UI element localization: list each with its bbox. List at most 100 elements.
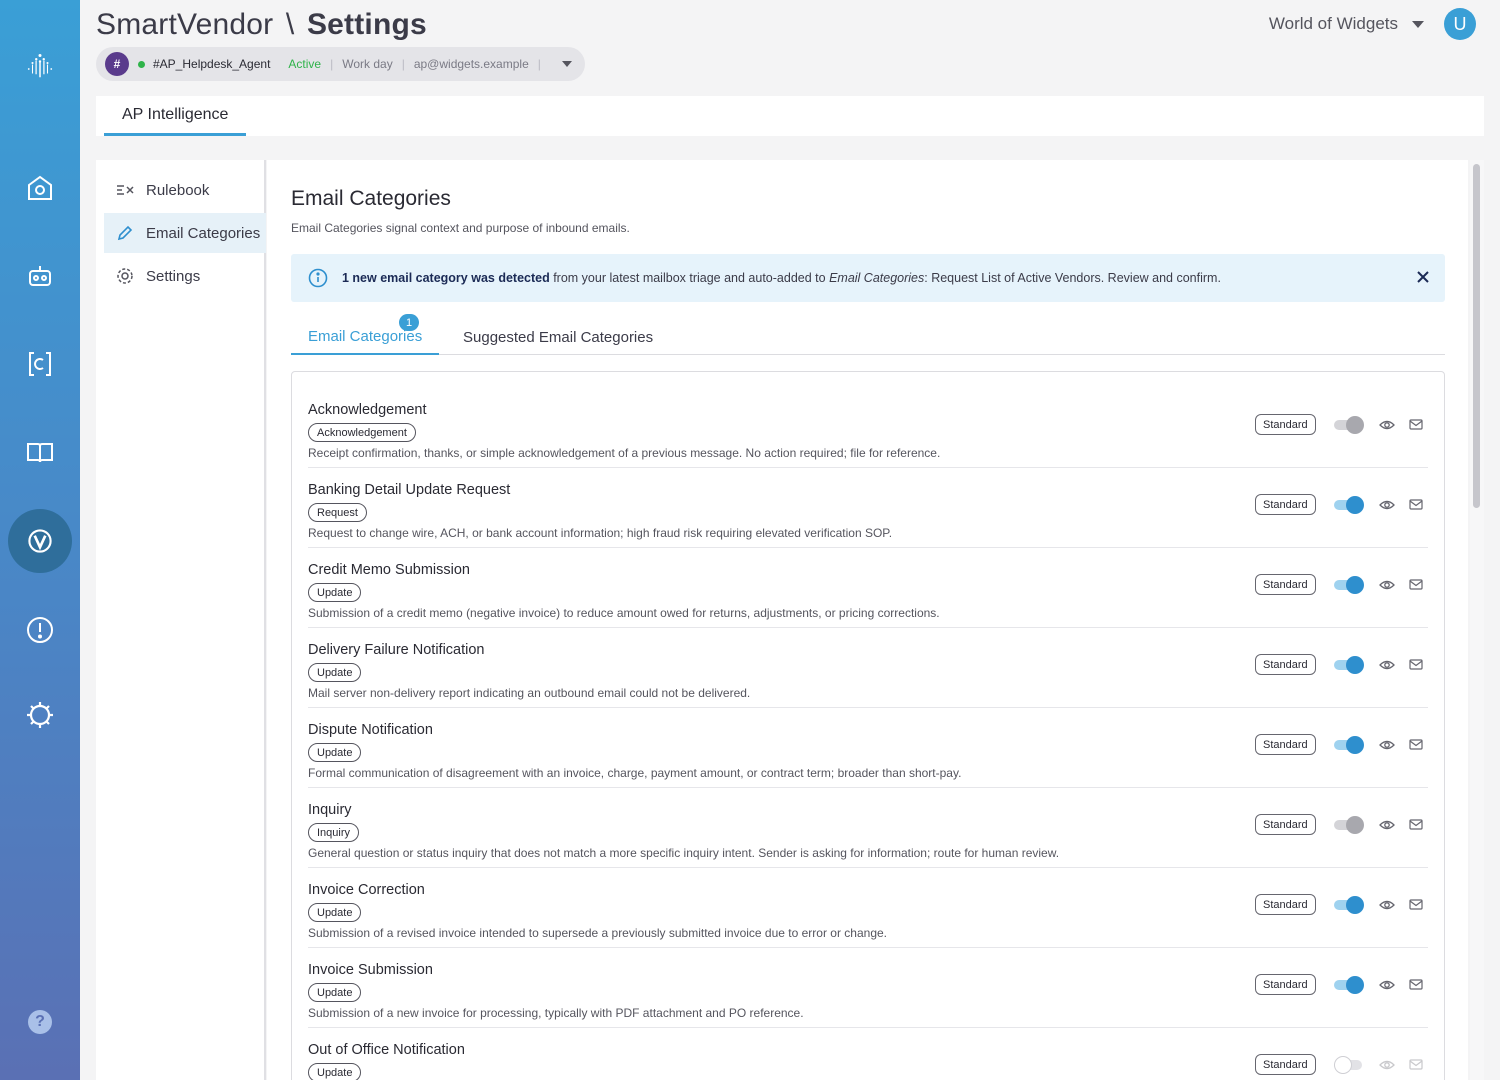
standard-badge: Standard	[1255, 974, 1316, 995]
main-panel: Email Categories Email Categories signal…	[267, 160, 1468, 1080]
title-separator: \	[285, 8, 295, 41]
bot-icon[interactable]	[0, 248, 80, 304]
category-tag: Inquiry	[308, 823, 360, 842]
banner-text-end: : Request List of Active Vendors. Review…	[924, 271, 1221, 285]
nav-item-label: Settings	[146, 267, 201, 285]
nav-item-settings[interactable]: Settings	[104, 256, 266, 296]
section-subtitle: Email Categories signal context and purp…	[291, 221, 630, 235]
section-title: Email Categories	[291, 187, 451, 210]
home-icon[interactable]	[0, 160, 80, 216]
standard-badge: Standard	[1255, 414, 1316, 435]
logo-icon[interactable]	[0, 38, 80, 94]
eye-icon[interactable]	[1379, 658, 1395, 672]
mail-icon[interactable]	[1409, 1057, 1423, 1071]
avatar[interactable]: U	[1444, 8, 1476, 40]
settings-nav: Rulebook Email Categories Settings	[96, 160, 266, 1080]
eye-icon[interactable]	[1379, 578, 1395, 592]
category-row[interactable]: Delivery Failure Notification Update Mail …	[308, 628, 1428, 708]
category-tag: Update	[308, 903, 362, 922]
category-name: Credit Memo Submission	[308, 562, 470, 578]
eye-icon[interactable]	[1379, 1058, 1395, 1072]
category-description: Mail server non-delivery report indicati…	[308, 686, 751, 700]
tab-ap-intelligence[interactable]: AP Intelligence	[104, 96, 247, 136]
chevron-down-icon[interactable]	[561, 61, 572, 67]
category-row[interactable]: Acknowledgement Acknowledgement Receipt co…	[308, 388, 1428, 468]
mail-icon[interactable]	[1409, 417, 1423, 431]
category-row[interactable]: Invoice Correction Update Submission of a …	[308, 868, 1428, 948]
category-description: Receipt confirmation, thanks, or simple …	[308, 446, 941, 460]
agent-status: Active	[288, 57, 322, 71]
chevron-down-icon[interactable]	[1412, 20, 1424, 28]
category-tag: Request	[308, 503, 367, 522]
vendor-icon[interactable]	[0, 513, 80, 569]
category-toggle[interactable]	[1334, 816, 1364, 834]
agent-schedule: Work day	[342, 57, 393, 71]
category-row[interactable]: Banking Detail Update Request Request Requ…	[308, 468, 1428, 548]
category-toggle[interactable]	[1334, 576, 1364, 594]
eye-icon[interactable]	[1379, 738, 1395, 752]
category-tabs: Email Categories Suggested Email Categor…	[291, 320, 1445, 355]
category-tag: Update	[308, 663, 362, 682]
close-icon[interactable]	[1413, 267, 1433, 287]
category-row[interactable]: Invoice Submission Update Submission of a …	[308, 948, 1428, 1028]
category-description: General question or status inquiry that …	[308, 846, 1060, 860]
info-banner: 1 new email category was detected from y…	[291, 254, 1445, 302]
page-name: Settings	[306, 8, 427, 41]
standard-badge: Standard	[1255, 734, 1316, 755]
category-tag: Update	[308, 743, 362, 762]
mail-icon[interactable]	[1409, 897, 1423, 911]
mail-icon[interactable]	[1409, 817, 1423, 831]
agent-hash-icon: #	[105, 52, 129, 76]
category-name: Invoice Correction	[308, 882, 425, 898]
category-name: Out of Office Notification	[308, 1042, 465, 1058]
eye-icon[interactable]	[1379, 898, 1395, 912]
category-toggle[interactable]	[1334, 496, 1364, 514]
category-row[interactable]: Credit Memo Submission Update Submission o…	[308, 548, 1428, 628]
category-row[interactable]: Inquiry Inquiry General question or status…	[308, 788, 1428, 868]
alert-icon[interactable]	[0, 602, 80, 658]
tab-suggested-email-categories[interactable]: Suggested Email Categories	[446, 320, 670, 355]
eye-icon[interactable]	[1379, 818, 1395, 832]
banner-text: from your latest mailbox triage and auto…	[549, 271, 830, 285]
nav-item-rulebook[interactable]: Rulebook	[104, 170, 266, 210]
nav-item-label: Email Categories	[146, 224, 261, 242]
nav-item-label: Rulebook	[146, 181, 210, 199]
category-tag: Acknowledgement	[308, 423, 416, 442]
category-list: Acknowledgement Acknowledgement Receipt co…	[291, 371, 1445, 1080]
agent-selector[interactable]: # #AP_Helpdesk_Agent Active | Work day |…	[96, 47, 585, 81]
help-icon[interactable]: ?	[28, 1010, 52, 1034]
category-description: Submission of a revised invoice intended…	[308, 926, 887, 940]
category-toggle[interactable]	[1334, 416, 1364, 434]
category-toggle[interactable]	[1334, 736, 1364, 754]
book-icon[interactable]	[0, 424, 80, 480]
scrollbar[interactable]	[1470, 160, 1484, 1080]
mail-icon[interactable]	[1409, 497, 1423, 511]
category-tag: Update	[308, 1063, 362, 1080]
category-row[interactable]: Dispute Notification Update Formal communi…	[308, 708, 1428, 788]
mail-icon[interactable]	[1409, 737, 1423, 751]
agent-name: #AP_Helpdesk_Agent	[153, 57, 271, 71]
category-toggle[interactable]	[1334, 976, 1364, 994]
category-description: Submission of a new invoice for processi…	[308, 1006, 804, 1020]
scrollbar-thumb[interactable]	[1473, 164, 1480, 508]
org-name: World of Widgets	[1268, 14, 1398, 33]
eye-icon[interactable]	[1379, 418, 1395, 432]
eye-icon[interactable]	[1379, 978, 1395, 992]
category-toggle[interactable]	[1334, 896, 1364, 914]
settings-gear-icon[interactable]	[0, 687, 80, 743]
eye-icon[interactable]	[1379, 498, 1395, 512]
standard-badge: Standard	[1255, 814, 1316, 835]
code-icon[interactable]	[0, 336, 80, 392]
mail-icon[interactable]	[1409, 657, 1423, 671]
org-switcher[interactable]: World of Widgets	[1269, 14, 1424, 34]
standard-badge: Standard	[1255, 574, 1316, 595]
standard-badge: Standard	[1255, 654, 1316, 675]
mail-icon[interactable]	[1409, 577, 1423, 591]
category-tag: Update	[308, 583, 362, 602]
category-toggle[interactable]	[1334, 656, 1364, 674]
category-row[interactable]: Out of Office Notification Update Standard	[308, 1028, 1428, 1080]
nav-item-email-categories[interactable]: Email Categories	[104, 213, 266, 253]
category-toggle[interactable]	[1334, 1056, 1364, 1074]
category-name: Banking Detail Update Request	[308, 482, 511, 498]
mail-icon[interactable]	[1409, 977, 1423, 991]
